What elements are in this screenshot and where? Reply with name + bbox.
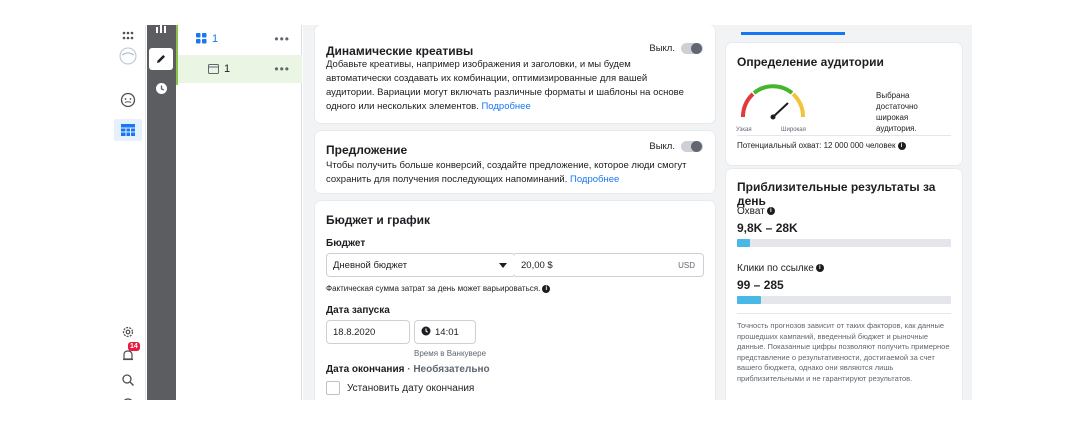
adset-more-button[interactable]: •••: [274, 62, 290, 76]
app-grid-icon[interactable]: [114, 25, 142, 47]
results-disclaimer: Точность прогнозов зависит от таких факт…: [737, 321, 950, 383]
dynamic-toggle-label: Выкл.: [649, 43, 675, 54]
dynamic-creatives-title: Динамические креативы: [326, 44, 474, 58]
budget-currency: USD: [678, 260, 695, 270]
help-icon[interactable]: [114, 393, 142, 400]
dynamic-learn-more-link[interactable]: Подробнее: [481, 101, 530, 112]
clicks-range-fill: [737, 296, 761, 304]
charts-icon[interactable]: [149, 25, 173, 39]
audience-definition-card: Определение аудитории Узкая Широкая Выбр…: [726, 43, 962, 165]
clicks-label-text: Клики по ссылке: [737, 263, 814, 274]
editor-tool-rail: [147, 25, 176, 400]
campaigns-table-icon[interactable]: [114, 119, 142, 141]
dynamic-creatives-card: Динамические креативы Выкл. Добавьте кре…: [315, 25, 715, 123]
end-date-checkbox-label: Установить дату окончания: [347, 383, 475, 394]
end-date-title: Дата окончания: [326, 364, 405, 375]
reach-range-fill: [737, 239, 750, 247]
tree-row-campaign[interactable]: 1 •••: [178, 25, 302, 53]
info-icon[interactable]: i: [815, 264, 824, 273]
estimated-results-card: Приблизительные результаты за день Охват…: [726, 169, 962, 400]
account-avatar[interactable]: [114, 45, 142, 67]
dropdown-caret-icon: [499, 263, 507, 268]
left-navigation: 14: [110, 25, 146, 400]
results-title: Приблизительные результаты за день: [737, 180, 936, 208]
start-time-value: 14:01: [435, 326, 459, 338]
reach-label-text: Охват: [737, 206, 765, 217]
start-time-input[interactable]: 14:01: [414, 320, 476, 344]
reach-range-bar: [737, 239, 951, 247]
offer-title: Предложение: [326, 143, 408, 157]
info-icon[interactable]: i: [766, 207, 775, 216]
end-date-checkbox[interactable]: [326, 381, 340, 395]
notifications-badge: 14: [128, 342, 140, 351]
clock-icon: [421, 326, 431, 339]
audience-status: Выбрана достаточно широкая аудитория.: [876, 91, 918, 133]
start-date-input[interactable]: 18.8.2020: [326, 320, 410, 344]
audience-gauge: [740, 84, 806, 120]
potential-reach: Потенциальный охват: 12 000 000 человек i: [737, 141, 906, 150]
campaign-structure-tree: 1 ••• 1 •••: [178, 25, 302, 400]
start-date-value: 18.8.2020: [333, 326, 376, 338]
budget-amount-value: 20,00 $: [521, 259, 553, 271]
search-icon[interactable]: [114, 369, 142, 391]
budget-schedule-card: Бюджет и график Бюджет Дневной бюджет 20…: [315, 201, 715, 400]
results-divider: [737, 313, 951, 314]
end-date-label: Дата окончания · Необязательно: [326, 364, 490, 375]
offer-learn-more-link[interactable]: Подробнее: [570, 174, 619, 185]
offer-text: Чтобы получить больше конверсий, создайт…: [326, 160, 687, 185]
gauge-wide-label: Широкая: [781, 127, 806, 133]
offer-card: Предложение Выкл. Чтобы получить больше …: [315, 131, 715, 193]
offer-toggle-label: Выкл.: [649, 141, 675, 152]
campaign-label: 1: [212, 33, 219, 45]
audience-title: Определение аудитории: [737, 55, 884, 69]
settings-gear-icon[interactable]: [114, 321, 142, 343]
budget-type-value: Дневной бюджет: [333, 259, 408, 271]
budget-amount-input[interactable]: 20,00 $ USD: [515, 253, 704, 277]
budget-label: Бюджет: [326, 238, 366, 249]
dynamic-creatives-toggle[interactable]: Выкл.: [649, 43, 703, 54]
timezone-label: Время в Ванкувере: [414, 349, 487, 358]
potential-reach-text: Потенциальный охват: 12 000 000 человек: [737, 141, 896, 150]
notifications-bell-icon[interactable]: 14: [114, 342, 142, 367]
end-date-optional: · Необязательно: [404, 364, 490, 375]
clicks-range-bar: [737, 296, 951, 304]
budget-note: Фактическая сумма затрат за день может в…: [326, 284, 551, 293]
clicks-label: Клики по ссылке i: [737, 263, 824, 274]
start-date-label: Дата запуска: [326, 305, 390, 316]
performance-dashboard-icon[interactable]: [114, 89, 142, 111]
adset-label: 1: [224, 63, 231, 75]
adset-icon: [208, 64, 219, 77]
tree-row-adset[interactable]: 1 •••: [178, 55, 302, 83]
budget-type-dropdown[interactable]: Дневной бюджет: [326, 253, 516, 277]
gauge-narrow-label: Узкая: [736, 127, 752, 133]
ads-manager-window: 14 1 ••• 1 ••• Динамические креативы Вык…: [110, 25, 972, 400]
budget-section-title: Бюджет и график: [326, 213, 431, 227]
history-clock-icon[interactable]: [149, 77, 173, 99]
clicks-value: 99 – 285: [737, 278, 784, 292]
offer-toggle-switch[interactable]: [681, 141, 703, 152]
editor-main-panel: Динамические креативы Выкл. Добавьте кре…: [303, 25, 972, 400]
reach-value: 9,8K – 28K: [737, 221, 798, 235]
dynamic-creatives-description: Добавьте креативы, например изображения …: [326, 58, 696, 114]
dynamic-toggle-switch[interactable]: [681, 43, 703, 54]
active-tab-indicator: [741, 32, 845, 35]
offer-description: Чтобы получить больше конверсий, создайт…: [326, 159, 696, 187]
budget-note-text: Фактическая сумма затрат за день может в…: [326, 284, 541, 293]
info-icon[interactable]: i: [542, 284, 551, 293]
reach-label: Охват i: [737, 206, 775, 217]
offer-toggle[interactable]: Выкл.: [649, 141, 703, 152]
campaign-more-button[interactable]: •••: [274, 32, 290, 46]
audience-divider: [737, 135, 951, 136]
info-icon[interactable]: i: [897, 141, 906, 150]
campaign-grid-icon: [196, 33, 207, 47]
edit-pencil-icon[interactable]: [149, 48, 173, 70]
